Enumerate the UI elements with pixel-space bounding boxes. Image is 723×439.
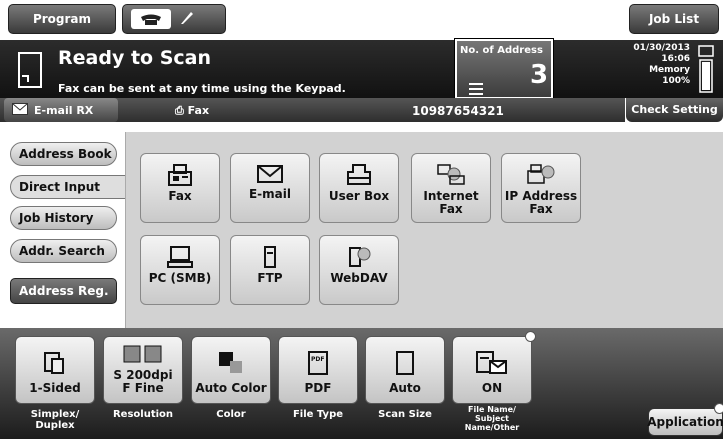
job-list-button[interactable]: Job List [629,4,719,34]
dest-webdav-button[interactable]: WebDAV [319,235,399,305]
dest-internet-fax-button[interactable]: Internet Fax [411,153,491,223]
envelope-icon [257,165,283,183]
color-button[interactable]: Auto Color [191,336,271,404]
time-text: 16:06 [661,54,690,64]
resolution-value-2: F Fine [122,381,164,395]
nav-address-book[interactable]: Address Book [10,142,117,166]
fax-number: 10987654321 [412,104,504,118]
file-name-label: File Name/ Subject Name/Other [450,405,534,432]
simplex-label: Simplex/ Duplex [13,409,97,431]
server-icon [264,246,276,268]
envelope-icon [12,102,28,118]
dest-webdav-label: WebDAV [330,271,388,285]
date-time-memory: 01/30/2013 16:06 Memory 100% [626,43,690,87]
fax-line-label: ⎙ Fax [175,104,209,118]
file-type-label: File Type [292,409,344,420]
simplex-label-1: Simplex/ [30,409,80,420]
nav-job-history[interactable]: Job History [10,206,117,230]
address-count-label: No. of Address [460,45,543,56]
resolution-label: Resolution [112,409,174,420]
color-label: Color [216,409,246,420]
scan-size-value: Auto [389,381,421,395]
file-name-button[interactable]: ON [452,336,532,404]
webdav-icon [349,247,371,267]
dest-fax-label: Fax [168,189,192,203]
dest-email-button[interactable]: E-mail [230,153,310,223]
nav-job-history-label: Job History [19,211,94,225]
nav-direct-input-label: Direct Input [19,180,101,194]
simplex-duplex-button[interactable]: 1-Sided [15,336,95,404]
file-name-value: ON [481,381,503,395]
phone-icon [131,9,171,29]
application-indicator-dot [714,403,723,414]
toner-icon [697,44,717,98]
address-count-value: 3 [530,60,549,90]
scan-size-button[interactable]: Auto [365,336,445,404]
simplex-value: 1-Sided [29,381,81,395]
svg-text:PDF: PDF [311,356,324,363]
pdf-icon: PDF [308,351,328,375]
dest-ip-fax-label-2: Fax [529,202,553,216]
status-title: Ready to Scan [58,47,211,69]
computer-icon [167,246,193,268]
user-box-icon [347,164,371,185]
resolution-icon [123,345,162,363]
nav-addr-search-label: Addr. Search [19,244,105,258]
address-reg-label: Address Reg. [19,284,109,298]
file-name-label-3: Name/Other [464,423,520,432]
dest-ftp-button[interactable]: FTP [230,235,310,305]
application-label: Application [647,415,723,429]
dest-user-box-button[interactable]: User Box [319,153,399,223]
date-text: 01/30/2013 [633,43,690,53]
pen-icon [179,10,195,29]
list-icon [469,80,483,99]
fax-line-text: Fax [187,104,210,117]
memory-label: Memory [649,65,690,75]
memory-value: 100% [662,76,690,86]
simplex-icon [44,352,64,374]
file-name-label-2: Subject [475,414,509,423]
indicator-dot [525,331,536,342]
color-value: Auto Color [195,381,267,395]
dest-ip-address-fax-button[interactable]: IP Address Fax [501,153,581,223]
job-list-label: Job List [648,12,700,26]
file-type-value: PDF [304,381,332,395]
email-rx-button[interactable]: E-mail RX [4,98,118,122]
simplex-label-2: Duplex [35,420,75,431]
file-type-button[interactable]: PDF PDF [278,336,358,404]
dest-email-label: E-mail [248,187,291,201]
fax-small-icon: ⎙ [175,104,184,117]
file-name-label-1: File Name/ [468,405,516,414]
address-reg-button[interactable]: Address Reg. [10,278,117,304]
dest-fax-button[interactable]: Fax [140,153,220,223]
ip-fax-icon [527,164,555,184]
fax-icon [168,164,192,186]
status-subtitle: Fax can be sent at any time using the Ke… [58,82,346,95]
nav-address-book-label: Address Book [19,147,112,161]
internet-fax-icon [437,164,465,185]
application-button[interactable]: Application [647,408,723,436]
resolution-button[interactable]: S 200dpi F Fine [103,336,183,404]
dest-pc-smb-label: PC (SMB) [148,271,212,285]
color-icon [219,352,242,373]
nav-addr-search[interactable]: Addr. Search [10,239,117,263]
nav-direct-input[interactable]: Direct Input [10,175,126,199]
check-setting-button[interactable]: Check Setting [626,98,723,122]
dest-user-box-label: User Box [328,189,390,203]
document-icon [18,52,42,88]
filename-icon [476,351,507,374]
scan-size-label: Scan Size [378,409,432,420]
hook-button[interactable] [122,4,226,34]
page-icon [396,351,414,375]
dest-internet-fax-label: Internet Fax [423,189,479,216]
program-button[interactable]: Program [8,4,116,34]
dest-ftp-label: FTP [257,271,283,285]
dest-pc-smb-button[interactable]: PC (SMB) [140,235,220,305]
email-rx-label: E-mail RX [34,103,94,117]
program-label: Program [32,12,92,26]
